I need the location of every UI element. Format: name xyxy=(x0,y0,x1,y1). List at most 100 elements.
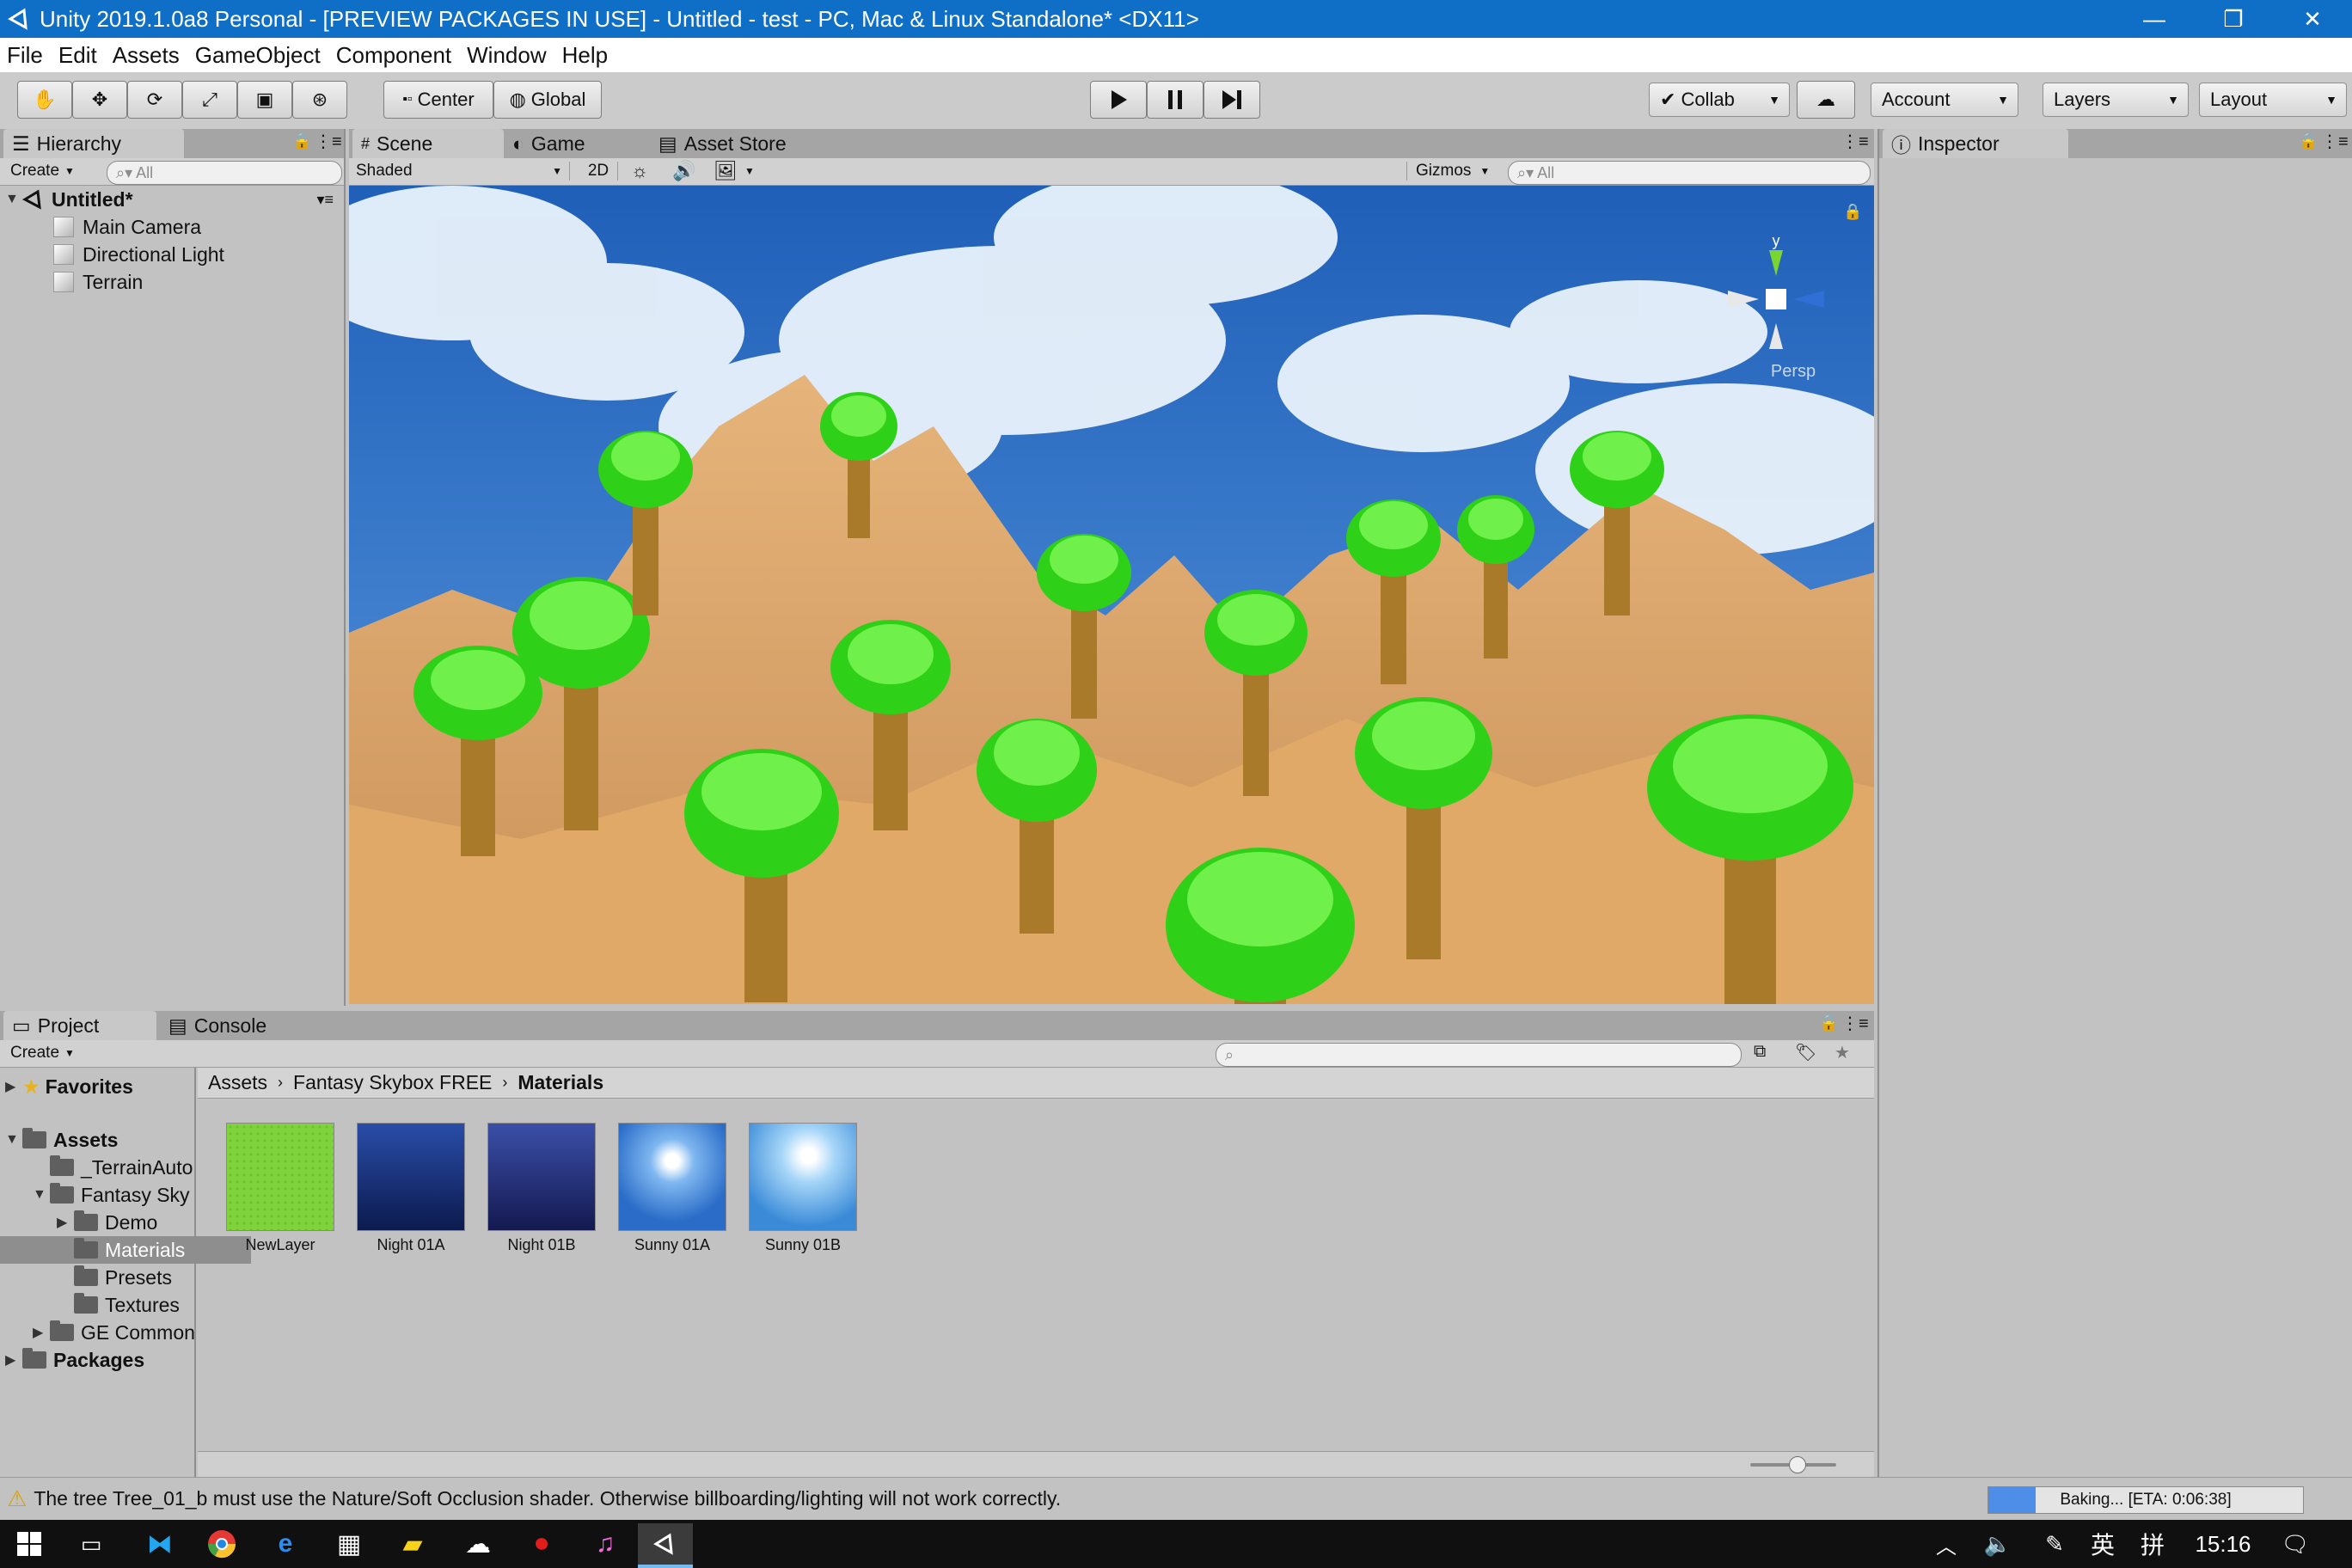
menu-edit[interactable]: Edit xyxy=(52,42,106,69)
panel-menu-icon[interactable]: ⋮≡ xyxy=(1841,131,1869,152)
tree-item-ge-common[interactable]: ▶ GE Common xyxy=(33,1319,196,1346)
notification-icon[interactable]: 🗨 xyxy=(2278,1527,2312,1561)
project-create-button[interactable]: Create ▼ xyxy=(10,1044,75,1063)
pen-icon[interactable]: ✎ xyxy=(2037,1527,2072,1561)
minimize-button[interactable]: — xyxy=(2115,0,2194,38)
menu-window[interactable]: Window xyxy=(460,42,554,69)
itunes-icon[interactable]: ♫ xyxy=(588,1527,622,1561)
tree-item-materials[interactable]: Materials xyxy=(0,1236,251,1264)
task-view-icon[interactable]: ▭ xyxy=(74,1527,108,1561)
audio-toggle[interactable]: 🔊 xyxy=(672,160,695,182)
record-icon[interactable]: ⏺ xyxy=(524,1527,559,1561)
scene-search-input[interactable]: ⌕▾ All xyxy=(1508,161,1871,185)
asset-item-night-01a[interactable]: Night 01A xyxy=(351,1123,471,1254)
menu-help[interactable]: Help xyxy=(555,42,616,69)
tab-project[interactable]: ▭ Project xyxy=(3,1011,156,1040)
baking-progress[interactable]: Baking... [ETA: 0:06:38] xyxy=(1988,1486,2304,1514)
effects-dropdown[interactable]: 🖼 ▼ xyxy=(714,160,755,182)
project-search-input[interactable]: ⌕ xyxy=(1216,1043,1742,1067)
vscode-icon[interactable]: ⧓ xyxy=(143,1527,177,1561)
asset-item-night-01b[interactable]: Night 01B xyxy=(481,1123,602,1254)
favorite-button[interactable]: ★ xyxy=(1834,1042,1850,1063)
move-tool-button[interactable]: ✥ xyxy=(72,81,127,119)
menu-component[interactable]: Component xyxy=(329,42,460,69)
panel-menu-icon[interactable]: ⋮≡ xyxy=(2321,131,2349,152)
pivot-center-button[interactable]: ▪▫ Center xyxy=(383,81,493,119)
edge-icon[interactable]: e xyxy=(268,1527,303,1561)
lock-icon[interactable]: 🔒 xyxy=(1819,1014,1838,1032)
transform-tool-button[interactable]: ⊛ xyxy=(292,81,347,119)
filter-by-label-button[interactable]: 🏷 xyxy=(1795,1042,1816,1063)
expand-triangle-icon[interactable]: ▶ xyxy=(5,1351,22,1369)
rotate-tool-button[interactable]: ⟳ xyxy=(127,81,182,119)
expand-triangle-icon[interactable]: ▶ xyxy=(57,1214,74,1231)
expand-triangle-icon[interactable]: ▼ xyxy=(5,192,22,207)
pivot-global-button[interactable]: ◍ Global xyxy=(493,81,602,119)
clock[interactable]: 15:16 xyxy=(2189,1527,2257,1561)
hierarchy-create-button[interactable]: Create ▼ xyxy=(10,162,75,181)
chevron-up-icon[interactable]: ︿ xyxy=(1929,1527,1963,1561)
asset-item-newlayer[interactable]: NewLayer xyxy=(220,1123,340,1254)
tab-game[interactable]: ◐ Game xyxy=(504,129,641,158)
expand-triangle-icon[interactable]: ▼ xyxy=(33,1187,50,1203)
gizmos-dropdown[interactable]: Gizmos ▼ xyxy=(1406,162,1502,181)
zoom-slider-thumb[interactable] xyxy=(1789,1456,1806,1473)
menu-assets[interactable]: Assets xyxy=(106,42,188,69)
tree-item-favorites[interactable]: ▶ ★ Favorites xyxy=(5,1073,133,1100)
lighting-toggle[interactable]: ☼ xyxy=(631,160,648,182)
calculator-icon[interactable]: ▦ xyxy=(332,1527,366,1561)
restore-button[interactable]: ❐ xyxy=(2194,0,2273,38)
close-button[interactable]: ✕ xyxy=(2273,0,2352,38)
tab-asset-store[interactable]: ▤ Asset Store xyxy=(650,129,830,158)
asset-item-sunny-01b[interactable]: Sunny 01B xyxy=(743,1123,863,1254)
collab-dropdown[interactable]: ✔ Collab ▼ xyxy=(1649,83,1790,117)
menu-gameobject[interactable]: GameObject xyxy=(188,42,329,69)
tree-item-packages[interactable]: ▶ Packages xyxy=(5,1346,144,1374)
tree-item-presets[interactable]: Presets xyxy=(57,1264,172,1291)
tree-item-assets[interactable]: ▼ Assets xyxy=(5,1126,118,1154)
unity-taskbar-icon[interactable] xyxy=(638,1523,693,1568)
step-button[interactable] xyxy=(1204,81,1260,119)
tab-hierarchy[interactable]: ☰ Hierarchy xyxy=(3,129,184,158)
asset-item-sunny-01a[interactable]: Sunny 01A xyxy=(612,1123,732,1254)
hierarchy-search-input[interactable]: ⌕▾ All xyxy=(107,161,342,185)
scene-menu-icon[interactable]: ▾≡ xyxy=(316,191,334,209)
filter-by-type-button[interactable]: ⧉ xyxy=(1754,1042,1766,1062)
ime-mode[interactable]: 拼 xyxy=(2135,1527,2170,1561)
tree-item-textures[interactable]: Textures xyxy=(57,1291,180,1319)
expand-triangle-icon[interactable]: ▶ xyxy=(33,1324,50,1341)
chrome-icon[interactable] xyxy=(205,1527,239,1561)
expand-triangle-icon[interactable]: ▼ xyxy=(5,1132,22,1148)
tab-inspector[interactable]: ⓘ Inspector xyxy=(1883,129,2068,158)
app-icon[interactable]: ☁ xyxy=(461,1527,495,1561)
breadcrumb-item[interactable]: Assets xyxy=(208,1071,267,1094)
shading-mode-dropdown[interactable]: Shaded ▼ xyxy=(356,162,570,181)
pause-button[interactable] xyxy=(1147,81,1204,119)
lock-icon[interactable]: 🔒 xyxy=(292,132,311,150)
status-message[interactable]: The tree Tree_01_b must use the Nature/S… xyxy=(34,1487,1061,1510)
rect-tool-button[interactable]: ▣ xyxy=(237,81,292,119)
breadcrumb-item[interactable]: Fantasy Skybox FREE xyxy=(293,1071,492,1094)
scale-tool-button[interactable]: ⤢ xyxy=(182,81,237,119)
sticky-notes-icon[interactable]: ▰ xyxy=(395,1527,430,1561)
hierarchy-item-directional-light[interactable]: Directional Light xyxy=(53,241,224,268)
scene-viewport[interactable]: y Persp 🔒 xyxy=(349,186,1874,1004)
cloud-button[interactable]: ☁ xyxy=(1797,81,1855,119)
tab-console[interactable]: ▤ Console xyxy=(160,1011,315,1040)
layout-dropdown[interactable]: Layout ▼ xyxy=(2199,83,2347,117)
menu-file[interactable]: File xyxy=(0,42,52,69)
layers-dropdown[interactable]: Layers ▼ xyxy=(2043,83,2189,117)
breadcrumb-current[interactable]: Materials xyxy=(518,1071,603,1094)
panel-menu-icon[interactable]: ⋮≡ xyxy=(1841,1013,1869,1034)
hierarchy-item-terrain[interactable]: Terrain xyxy=(53,268,143,296)
hierarchy-item-main-camera[interactable]: Main Camera xyxy=(53,213,201,241)
windows-start-icon[interactable] xyxy=(12,1527,46,1561)
tree-item-fantasy-sky[interactable]: ▼ Fantasy Sky xyxy=(33,1181,196,1209)
mode-2d-toggle[interactable]: 2D xyxy=(579,162,618,181)
volume-icon[interactable]: 🔈 xyxy=(1981,1527,2015,1561)
hand-tool-button[interactable]: ✋ xyxy=(17,81,72,119)
play-button[interactable] xyxy=(1090,81,1147,119)
tree-item-terrainauto[interactable]: _TerrainAuto xyxy=(33,1154,196,1181)
tab-scene[interactable]: # Scene xyxy=(352,129,504,158)
ime-language[interactable]: 英 xyxy=(2086,1527,2120,1561)
